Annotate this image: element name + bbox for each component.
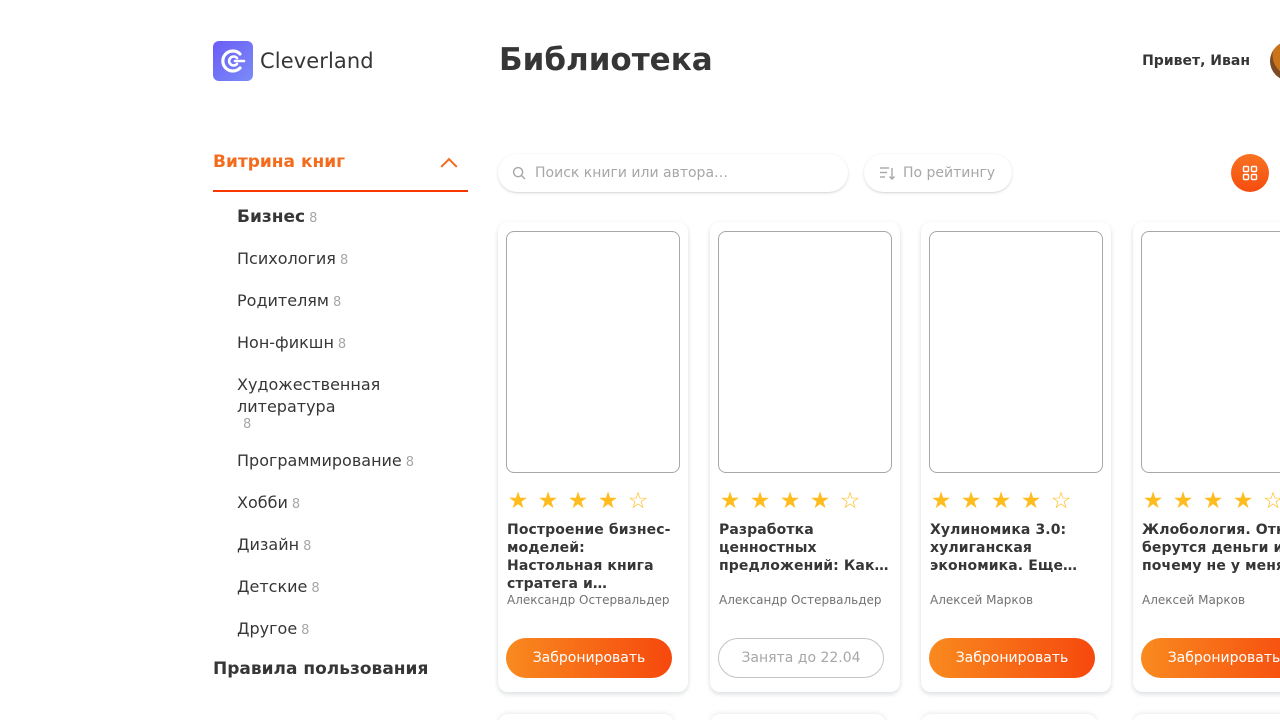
star-filled-icon: ★ (1172, 488, 1194, 514)
book-title: Жлобология. Откуда берутся деньги и поче… (1142, 522, 1280, 574)
category-item-parents[interactable]: Родителям 8 (237, 290, 482, 314)
grid-view-button[interactable] (1231, 154, 1269, 192)
category-count: 8 (309, 211, 318, 226)
category-count: 8 (243, 417, 252, 432)
category-label: Нон-фикшн (237, 333, 334, 352)
category-count: 8 (303, 539, 312, 554)
book-card[interactable]: ★ ★ ★ ★ ☆ Разработка ценностных предложений:… (710, 222, 900, 692)
book-button[interactable]: Забронировать (929, 638, 1095, 678)
book-author: Алексей Марков (1142, 593, 1246, 607)
book-card[interactable]: ★ ★ ★ ★ ☆ Жлобология. Откуда берутся деньги … (1133, 222, 1280, 692)
rating-stars: ★ ★ ★ ★ ☆ (929, 489, 1073, 513)
star-filled-icon: ★ (809, 488, 831, 514)
star-empty-icon: ☆ (839, 488, 861, 514)
rating-stars: ★ ★ ★ ★ ☆ (718, 489, 862, 513)
star-filled-icon: ★ (507, 488, 529, 514)
book-title: Хулиномика 3.0: хулиганская экономика. Е… (930, 522, 1078, 574)
category-count: 8 (311, 581, 320, 596)
category-count: 8 (291, 497, 301, 512)
logo-icon (213, 41, 253, 81)
category-item-business[interactable]: Бизнес 8 (237, 206, 482, 230)
book-cover (1141, 231, 1280, 473)
category-item-psychology[interactable]: Психология 8 (237, 248, 482, 272)
category-item-hobby[interactable]: Хобби 8 (237, 492, 482, 516)
star-filled-icon: ★ (719, 488, 741, 514)
category-item-other[interactable]: Другое 8 (237, 618, 482, 642)
category-count: 8 (339, 253, 349, 268)
book-card-next-row (921, 714, 1097, 720)
category-label: Психология (237, 249, 336, 268)
star-filled-icon: ★ (1202, 488, 1224, 514)
book-card-next-row (498, 714, 674, 720)
category-count: 8 (337, 337, 347, 352)
star-filled-icon: ★ (749, 488, 771, 514)
star-filled-icon: ★ (1142, 488, 1164, 514)
category-item-fiction[interactable]: Художественная литература 8 (237, 374, 482, 432)
rating-stars: ★ ★ ★ ★ ☆ (506, 489, 650, 513)
grid-icon (1242, 165, 1258, 181)
category-label: Хобби (237, 493, 288, 512)
star-empty-icon: ☆ (1262, 488, 1280, 514)
category-label: Художественная литература (237, 375, 381, 416)
category-label: Другое (237, 619, 298, 638)
category-list: Бизнес 8 Психология 8 Родителям 8 Нон-фикшн… (237, 206, 482, 660)
star-empty-icon: ☆ (1050, 488, 1072, 514)
book-card-next-row (710, 714, 886, 720)
category-label: Бизнес (237, 207, 306, 227)
star-filled-icon: ★ (1232, 488, 1254, 514)
star-filled-icon: ★ (960, 488, 982, 514)
page-title: Библиотека (499, 42, 713, 78)
user-greeting[interactable]: Привет, Иван (1142, 53, 1250, 69)
showcase-title: Витрина книг (213, 152, 346, 172)
book-cover (718, 231, 892, 473)
star-filled-icon: ★ (567, 488, 589, 514)
category-label: Программирование (237, 451, 402, 470)
showcase-section-toggle[interactable]: Витрина книг (213, 152, 468, 192)
category-count: 8 (405, 455, 415, 470)
book-button[interactable]: Занята до 22.04 (718, 638, 884, 678)
star-filled-icon: ★ (537, 488, 559, 514)
book-author: Алексей Марков (930, 593, 1034, 607)
star-filled-icon: ★ (990, 488, 1012, 514)
category-item-design[interactable]: Дизайн 8 (237, 534, 482, 558)
rating-stars: ★ ★ ★ ★ ☆ (1141, 489, 1280, 513)
sort-descending-icon (880, 167, 895, 180)
avatar[interactable] (1270, 41, 1280, 81)
book-button[interactable]: Забронировать (506, 638, 672, 678)
star-filled-icon: ★ (597, 488, 619, 514)
search-bar (498, 154, 848, 192)
book-cover (929, 231, 1103, 473)
star-empty-icon: ☆ (627, 488, 649, 514)
search-icon (512, 166, 526, 180)
sort-label: По рейтингу (903, 165, 996, 181)
sort-button[interactable]: По рейтингу (864, 154, 1012, 192)
category-label: Детские (237, 577, 308, 596)
category-item-nonfiction[interactable]: Нон-фикшн 8 (237, 332, 482, 356)
book-card[interactable]: ★ ★ ★ ★ ☆ Хулиномика 3.0: хулиганская эконом… (921, 222, 1111, 692)
category-count: 8 (332, 295, 342, 310)
star-filled-icon: ★ (930, 488, 952, 514)
category-count: 8 (301, 623, 310, 638)
logo[interactable]: Cleverland (213, 41, 374, 81)
book-title: Разработка ценностных предложений: Как… (719, 522, 889, 574)
search-input[interactable] (535, 165, 825, 181)
chevron-up-icon (440, 157, 458, 175)
book-cover (506, 231, 680, 473)
category-label: Родителям (237, 291, 329, 310)
brand-name: Cleverland (260, 49, 374, 73)
category-item-kids[interactable]: Детские 8 (237, 576, 482, 600)
book-author: Александр Остервальдер (719, 593, 882, 607)
category-item-programming[interactable]: Программирование 8 (237, 450, 482, 474)
star-filled-icon: ★ (1020, 488, 1042, 514)
category-label: Дизайн (237, 535, 300, 554)
book-button[interactable]: Забронировать (1141, 638, 1280, 678)
rules-link[interactable]: Правила пользования (213, 659, 428, 679)
book-title: Построение бизнес-моделей: Настольная кн… (507, 522, 671, 592)
book-card-next-row (1133, 714, 1280, 720)
star-filled-icon: ★ (779, 488, 801, 514)
book-card[interactable]: ★ ★ ★ ★ ☆ Построение бизнес-моделей: Настоль… (498, 222, 688, 692)
book-author: Александр Остервальдер (507, 593, 670, 607)
